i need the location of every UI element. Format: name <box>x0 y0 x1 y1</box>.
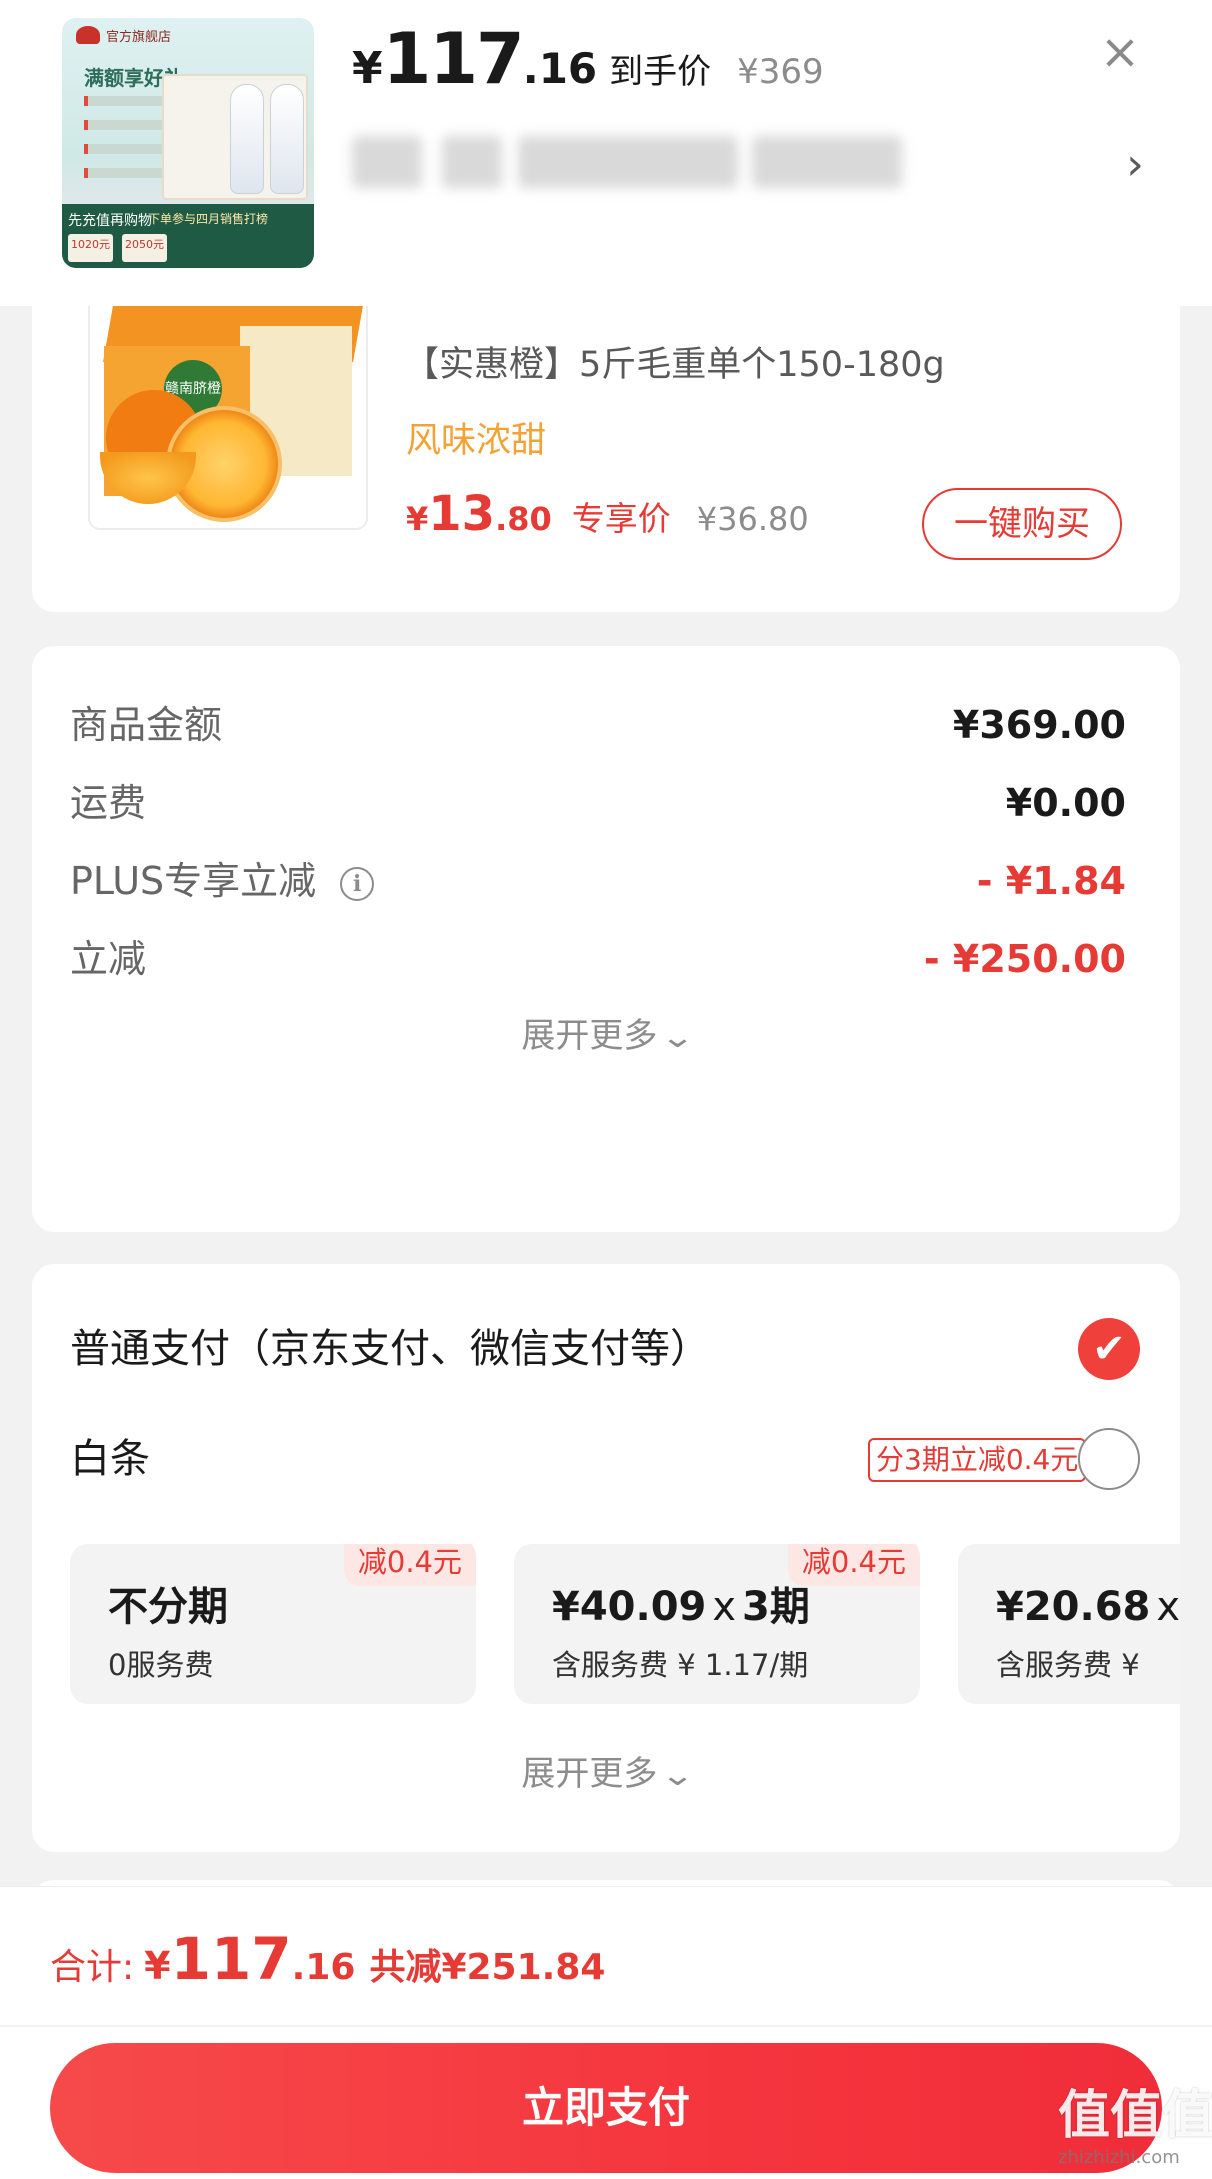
plan-amount: ¥40.09 <box>552 1584 707 1630</box>
plan-fee: 含服务费 ¥ <box>996 1648 1140 1682</box>
installment-plan-6[interactable]: ¥20.68x6期 含服务费 ¥ <box>958 1544 1180 1704</box>
order-summary-card: 商品金额 ¥369.00 运费 ¥0.00 PLUS专享立减 i - ¥1.84 … <box>32 646 1180 1232</box>
watermark-logo: 值值值 zhizhizhi.com <box>1058 2086 1212 2176</box>
checkmark-icon[interactable]: ✔ <box>1078 1318 1140 1380</box>
product-thumbnail[interactable]: 官方旗舰店 满额享好礼 先充值再购物 下单参与四月销售打榜 1020元 2050… <box>62 18 314 268</box>
chevron-down-icon: ⌄ <box>660 1020 696 1055</box>
checkout-bar: 合计: ¥117.16 共减¥251.84 立即支付 <box>0 1886 1212 2179</box>
summary-row-goods-amount: 商品金额 ¥369.00 <box>70 694 1126 756</box>
product-header: 官方旗舰店 满额享好礼 先充值再购物 下单参与四月销售打榜 1020元 2050… <box>0 0 1212 306</box>
summary-row-instant-discount: 立减 - ¥250.00 <box>70 928 1126 990</box>
thumbnail-band: 先充值再购物 下单参与四月销售打榜 1020元 2050元 <box>62 204 314 268</box>
plan-multiply: x <box>1156 1584 1180 1630</box>
plan-multiply: x <box>712 1584 737 1630</box>
installment-promo-badge: 分3期立减0.4元 <box>868 1438 1087 1482</box>
chevron-right-icon[interactable]: › <box>1118 140 1152 190</box>
expand-label: 展开更多 <box>521 1016 658 1056</box>
payment-option-normal[interactable]: 普通支付（京东支付、微信支付等） ✔ <box>70 1310 1178 1388</box>
total-decimal: .16 <box>291 1947 356 1988</box>
summary-row-plus-discount: PLUS专享立减 i - ¥1.84 <box>70 850 1126 912</box>
bottle-image <box>230 84 264 194</box>
installment-plan-none[interactable]: 减0.4元 不分期 0服务费 <box>70 1544 476 1704</box>
radio-unchecked-icon[interactable] <box>1078 1428 1140 1490</box>
shop-seal-icon <box>76 26 100 44</box>
product-price-integer: 13 <box>428 486 496 542</box>
original-price: ¥369 <box>737 52 824 92</box>
divider <box>0 2025 1212 2027</box>
shop-logo: 官方旗舰店 <box>70 24 306 50</box>
plan-fee: 含服务费 ¥ 1.17/期 <box>552 1648 809 1682</box>
info-icon[interactable]: i <box>340 866 375 901</box>
price-integer: 117 <box>382 18 525 100</box>
plan-discount-tag: 减0.4元 <box>343 1544 476 1586</box>
thumbnail-notes <box>84 96 164 192</box>
plan-title: 不分期 <box>108 1584 228 1630</box>
plan-periods: 3期 <box>742 1584 810 1630</box>
summary-value: - ¥250.00 <box>923 937 1126 981</box>
order-total: 合计: ¥117.16 共减¥251.84 <box>50 1925 605 1993</box>
product-price-currency: ¥ <box>406 500 429 538</box>
orange-product-image[interactable]: 赣南脐橙 <box>88 306 368 530</box>
summary-label: 商品金额 <box>70 703 223 747</box>
installment-plans: 减0.4元 不分期 0服务费 减0.4元 ¥40.09 x 3期 含服务费 ¥ 1.… <box>70 1544 1180 1704</box>
final-price: ¥117.16 到手价 ¥369 <box>352 18 824 108</box>
payment-option-label: 普通支付（京东支付、微信支付等） <box>70 1326 710 1372</box>
summary-value: ¥0.00 <box>1005 781 1126 825</box>
expand-label: 展开更多 <box>521 1754 658 1794</box>
band-note: 下单参与四月销售打榜 <box>148 212 269 226</box>
summary-label: PLUS专享立减 <box>70 859 317 903</box>
price-currency: ¥ <box>352 43 383 94</box>
payment-expand-more[interactable]: 展开更多⌄ <box>32 1746 1180 1795</box>
recommended-product-card: 赣南脐橙 【实惠橙】5斤毛重单个150-180g 风味浓甜 ¥13.80 专享价 ¥… <box>32 306 1180 612</box>
band-chip: 1020元 <box>68 234 113 262</box>
summary-label: 运费 <box>70 781 147 825</box>
summary-value: - ¥1.84 <box>976 859 1126 903</box>
plan-fee: 0服务费 <box>108 1648 214 1682</box>
total-currency: ¥ <box>144 1944 171 1988</box>
summary-label-wrap: PLUS专享立减 i <box>70 850 375 912</box>
band-chip: 2050元 <box>122 234 167 262</box>
watermark-url: zhizhizhi.com <box>1058 2147 1180 2168</box>
total-saved: 共减¥251.84 <box>369 1947 606 1988</box>
price-decimal: .16 <box>522 44 598 93</box>
plan-amount: ¥20.68 <box>996 1584 1151 1630</box>
plan-title: ¥20.68x6期 <box>996 1574 1180 1632</box>
total-label: 合计: <box>50 1947 135 1988</box>
product-price-decimal: .80 <box>495 500 552 538</box>
payment-option-baitiao[interactable]: 白条 分3期立减0.4元 <box>70 1420 1178 1498</box>
watermark-text: 值值值 <box>1058 2086 1212 2146</box>
installment-plan-3[interactable]: 减0.4元 ¥40.09 x 3期 含服务费 ¥ 1.17/期 <box>514 1544 920 1704</box>
total-integer: 117 <box>170 1925 292 1993</box>
pay-now-button[interactable]: 立即支付 <box>50 2043 1162 2173</box>
product-price-tag: 专享价 <box>571 499 671 538</box>
plan-title: ¥40.09 x 3期 <box>552 1574 810 1632</box>
summary-value: ¥369.00 <box>952 703 1126 747</box>
payment-option-label: 白条 <box>70 1436 150 1482</box>
summary-row-shipping: 运费 ¥0.00 <box>70 772 1126 834</box>
payment-method-card: 普通支付（京东支付、微信支付等） ✔ 白条 分3期立减0.4元 减0.4元 不分… <box>32 1264 1180 1852</box>
product-price: ¥13.80 专享价 ¥36.80 <box>406 486 809 542</box>
shop-name: 官方旗舰店 <box>106 30 172 45</box>
chevron-down-icon: ⌄ <box>660 1758 696 1793</box>
product-original-price: ¥36.80 <box>696 500 809 538</box>
blurred-product-name[interactable] <box>352 136 912 188</box>
price-label: 到手价 <box>609 52 712 92</box>
one-click-buy-button[interactable]: 一键购买 <box>922 488 1122 560</box>
bottle-image <box>270 84 304 194</box>
summary-label: 立减 <box>70 937 147 981</box>
summary-expand-more[interactable]: 展开更多⌄ <box>32 1008 1180 1057</box>
band-title: 先充值再购物 <box>68 213 152 229</box>
close-icon[interactable]: × <box>1092 24 1148 80</box>
product-subtitle: 风味浓甜 <box>406 421 547 461</box>
product-title[interactable]: 【实惠橙】5斤毛重单个150-180g <box>404 336 945 387</box>
